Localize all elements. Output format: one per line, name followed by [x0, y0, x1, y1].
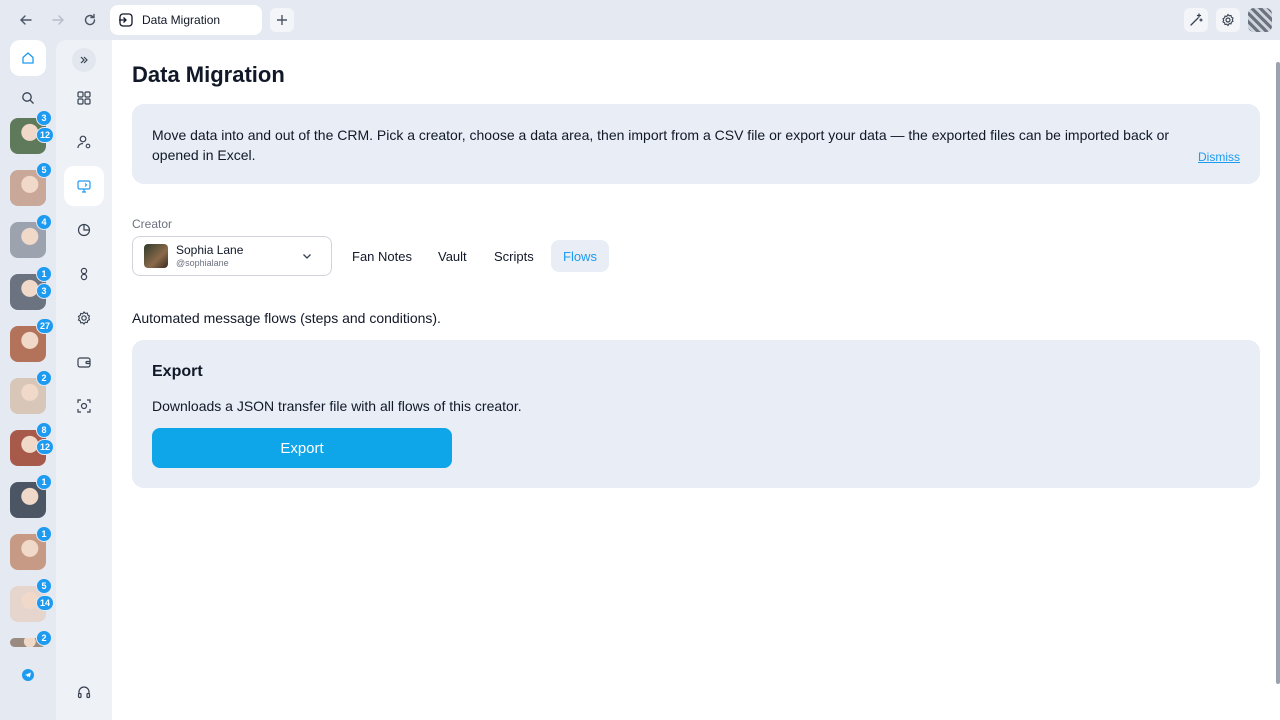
plus-icon: [277, 15, 287, 25]
unread-badge: 5: [36, 578, 52, 594]
search-button[interactable]: [18, 88, 38, 108]
export-card: Export Downloads a JSON transfer file wi…: [132, 340, 1260, 488]
nav-data-migration[interactable]: [64, 166, 104, 206]
nav-analytics[interactable]: [64, 210, 104, 250]
scrollbar[interactable]: [1276, 62, 1280, 684]
unread-badge: 3: [36, 283, 52, 299]
nav-sidebar: [56, 40, 112, 720]
tab-vault[interactable]: Vault: [426, 240, 479, 272]
nav-ai[interactable]: [64, 386, 104, 426]
nav-fans[interactable]: [64, 122, 104, 162]
page-title: Data Migration: [132, 62, 285, 87]
ai-scan-icon: [77, 399, 91, 413]
unread-badge: 1: [36, 474, 52, 490]
dismiss-link[interactable]: Dismiss: [1198, 147, 1240, 167]
export-card-title: Export: [152, 363, 203, 380]
creator-avatar: [144, 244, 168, 268]
telegram-button[interactable]: [22, 669, 34, 681]
reload-button[interactable]: [80, 10, 100, 30]
export-card-description: Downloads a JSON transfer file with all …: [152, 398, 522, 414]
gear-icon: [77, 311, 91, 325]
chevrons-right-icon: [80, 56, 88, 64]
unread-badge: 5: [36, 162, 52, 178]
magic-button[interactable]: [1184, 8, 1208, 32]
nav-support[interactable]: [64, 672, 104, 712]
unread-badge: 12: [36, 127, 55, 143]
unread-badge: 2: [36, 370, 52, 386]
info-text: Move data into and out of the CRM. Pick …: [152, 127, 1170, 163]
tab-fan-notes[interactable]: Fan Notes: [340, 240, 424, 272]
telegram-icon: [25, 672, 31, 678]
settings-button[interactable]: [1216, 8, 1240, 32]
arrow-right-icon: [52, 15, 64, 25]
team-icon: [80, 267, 88, 281]
tab-scripts[interactable]: Scripts: [482, 240, 546, 272]
browser-top-bar: Data Migration: [0, 0, 1280, 40]
user-avatar[interactable]: [1248, 8, 1272, 32]
creator-name: Sophia Lane: [176, 243, 244, 257]
pie-chart-icon: [77, 223, 91, 237]
section-description: Automated message flows (steps and condi…: [132, 310, 441, 326]
creator-handle: @sophialane: [176, 258, 229, 268]
home-button[interactable]: [10, 40, 46, 76]
gear-icon: [1222, 13, 1234, 27]
nav-wallet[interactable]: [64, 342, 104, 382]
unread-badge: 1: [36, 526, 52, 542]
unread-badge: 2: [36, 630, 52, 646]
search-icon: [22, 92, 34, 104]
chevron-down-icon: [303, 254, 311, 259]
tab-flows[interactable]: Flows: [551, 240, 609, 272]
unread-badge: 4: [36, 214, 52, 230]
creator-select[interactable]: Sophia Lane @sophialane: [132, 236, 332, 276]
main-content: Data Migration Move data into and out of…: [112, 40, 1280, 720]
nav-dashboard[interactable]: [64, 78, 104, 118]
wallet-icon: [77, 357, 91, 368]
unread-badge: 12: [36, 439, 55, 455]
export-button[interactable]: Export: [152, 428, 452, 468]
import-icon: [119, 13, 133, 27]
user-settings-icon: [77, 135, 91, 149]
expand-sidebar-button[interactable]: [72, 48, 96, 72]
nav-settings[interactable]: [64, 298, 104, 338]
reload-icon: [84, 13, 96, 26]
monitor-transfer-icon: [77, 180, 91, 193]
unread-badge: 14: [36, 595, 55, 611]
forward-button[interactable]: [48, 10, 68, 30]
tab-title: Data Migration: [142, 13, 221, 27]
nav-team[interactable]: [64, 254, 104, 294]
creator-rail: 3 12 5 4 1 3 27 2 8 12 1 1 5 14 2: [0, 40, 56, 720]
grid-icon: [77, 91, 91, 105]
new-tab-button[interactable]: [270, 8, 294, 32]
unread-badge: 27: [36, 318, 55, 334]
unread-badge: 3: [36, 110, 52, 126]
headset-icon: [77, 686, 91, 699]
creator-label: Creator: [132, 217, 173, 231]
arrow-left-icon: [20, 15, 32, 25]
home-icon: [22, 52, 34, 64]
info-banner: Move data into and out of the CRM. Pick …: [132, 104, 1260, 184]
sparkle-wand-icon: [1190, 13, 1203, 26]
unread-badge: 1: [36, 266, 52, 282]
unread-badge: 8: [36, 422, 52, 438]
back-button[interactable]: [16, 10, 36, 30]
browser-tab[interactable]: Data Migration: [110, 5, 262, 35]
